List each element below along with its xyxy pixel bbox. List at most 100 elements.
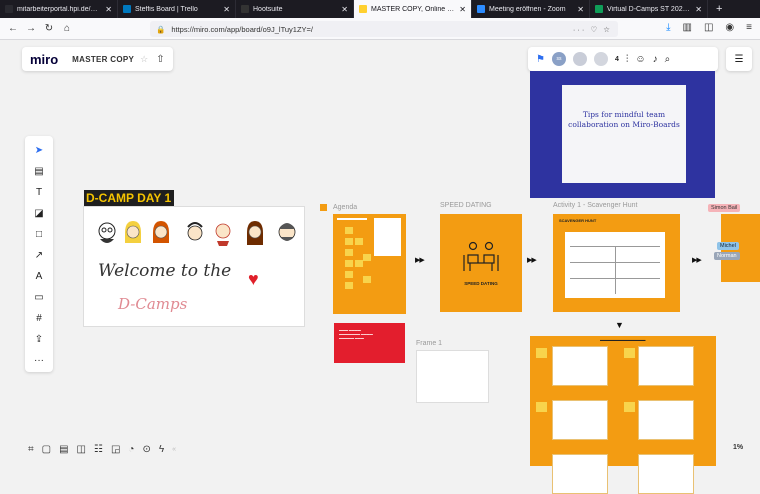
home-icon[interactable]: ⌂ [60, 23, 74, 34]
pen-icon[interactable]: A [30, 268, 48, 285]
tab-title: Hootsuite [253, 5, 283, 13]
empty-frame[interactable] [416, 350, 489, 403]
cards-icon[interactable]: ◫ [77, 444, 86, 455]
templates-icon[interactable]: ▤ [30, 163, 48, 180]
board-menu-button[interactable]: ☰ [726, 47, 752, 71]
browser-tab[interactable]: mitarbeiterportal.hpi.de/Mitarbeit ✕ [0, 0, 118, 18]
results-frame-title: ▬▬▬▬▬▬▬▬▬▬▬▬▬ [600, 338, 646, 342]
red-card-content: ▬▬▬ ▬▬▬▬ ▬▬▬▬▬▬▬ ▬▬▬▬ ▬▬▬▬▬ ▬▬▬ [339, 328, 373, 340]
select-cursor-icon[interactable]: ➤ [30, 142, 48, 159]
avatar[interactable] [593, 52, 608, 66]
collapse-icon[interactable]: « [172, 446, 176, 453]
connection-line-icon[interactable]: ↗ [30, 247, 48, 264]
table-line [615, 246, 616, 294]
result-card [552, 400, 608, 440]
vote-icon[interactable]: ◔ [128, 444, 134, 455]
share-upload-icon[interactable]: ⇧ [156, 54, 164, 65]
trello-icon [123, 5, 131, 13]
sticky-note-icon[interactable]: ◪ [30, 205, 48, 222]
speed-frame-label[interactable]: SPEED DATING [440, 202, 492, 209]
forward-icon[interactable]: → [24, 23, 38, 34]
new-tab-button[interactable]: + [708, 0, 730, 18]
result-card [638, 346, 694, 386]
sticky-note [345, 238, 353, 245]
search-icon[interactable]: ⌕ [665, 54, 671, 65]
result-card [638, 400, 694, 440]
close-icon[interactable]: ✕ [577, 5, 584, 14]
frame1-label[interactable]: Frame 1 [416, 340, 442, 347]
avatar[interactable]: ss [551, 52, 566, 66]
bell-icon[interactable]: ♪ [653, 54, 658, 65]
reactions-icon[interactable]: ☺ [635, 54, 645, 65]
results-frame[interactable]: ▬▬▬▬▬▬▬▬▬▬▬▬▬ [530, 336, 716, 494]
frames-icon[interactable]: ⌗ [28, 444, 34, 455]
comments-icon[interactable]: ▢ [42, 444, 51, 455]
reload-icon[interactable]: ↻ [42, 23, 56, 34]
favicon-icon [5, 5, 13, 13]
speed-dating-frame[interactable]: SPEED DATING [440, 214, 522, 312]
close-icon[interactable]: ✕ [223, 5, 230, 14]
red-card-frame[interactable]: ▬▬▬ ▬▬▬▬ ▬▬▬▬▬▬▬ ▬▬▬▬ ▬▬▬▬▬ ▬▬▬ [334, 323, 405, 363]
download-icon[interactable]: ⤓ [666, 22, 670, 33]
avatar[interactable] [572, 52, 587, 66]
browser-tab[interactable]: Steffis Board | Trello ✕ [118, 0, 236, 18]
sticky-note [363, 254, 371, 261]
miro-tips-card: Tips for mindful team collaboration on M… [562, 85, 686, 183]
back-icon[interactable]: ← [6, 23, 20, 34]
close-icon[interactable]: ✕ [341, 5, 348, 14]
cursor-flag-icon[interactable]: ⚑ [536, 54, 545, 65]
close-icon[interactable]: ✕ [105, 5, 112, 14]
browser-tab-active[interactable]: MASTER COPY, Online Whitebo ✕ [354, 0, 472, 18]
screen-share-icon[interactable]: ◲ [111, 444, 120, 455]
chat-icon[interactable]: ▤ [59, 444, 68, 455]
agenda-frame-label[interactable]: Agenda [333, 204, 357, 211]
comment-icon[interactable]: ▭ [30, 289, 48, 306]
library-icon[interactable]: ▥ [683, 22, 692, 33]
collaboration-bar: ⚑ ss 4 ⫶ ☺ ♪ ⌕ [528, 47, 718, 71]
upload-icon[interactable]: ⇪ [30, 331, 48, 348]
result-card [552, 454, 608, 494]
close-icon[interactable]: ✕ [695, 5, 702, 14]
browser-tab[interactable]: Virtual D-Camps ST 2021 - Go ✕ [590, 0, 708, 18]
timer-icon[interactable]: ⊙ [142, 444, 150, 455]
sticky-note [624, 402, 635, 412]
hunt-frame-label[interactable]: Activity 1 - Scavenger Hunt [553, 202, 637, 209]
more-icon[interactable]: ··· [30, 352, 48, 369]
speed-dating-people-icon [463, 241, 499, 271]
scavenger-hunt-frame[interactable]: SCAVENGER HUNT [553, 214, 680, 312]
sticky-note [363, 276, 371, 283]
board-name[interactable]: MASTER COPY [72, 55, 134, 64]
account-icon[interactable]: ◉ [725, 22, 734, 33]
zoom-icon [477, 5, 485, 13]
apps-icon[interactable]: ϟ [159, 444, 164, 455]
agenda-header [337, 218, 367, 220]
miro-logo[interactable]: miro [30, 52, 58, 67]
flow-arrow-icon: ▶▶ [692, 257, 702, 264]
zoom-level[interactable]: 1% [733, 444, 743, 451]
board-header: miro MASTER COPY ☆ ⇧ [22, 47, 173, 71]
scavenger-hunt-inner-label: SCAVENGER HUNT [559, 218, 597, 223]
frame-icon[interactable]: # [30, 310, 48, 327]
url-bar[interactable]: 🔒 https://miro.com/app/board/o9J_lTuy1ZY… [150, 21, 618, 37]
flow-arrow-icon: ▶▶ [415, 257, 425, 264]
url-actions[interactable]: ··· ♡ ☆ [573, 25, 612, 34]
result-card [552, 346, 608, 386]
welcome-frame[interactable]: Welcome to the ♥ D-Camps [83, 206, 305, 327]
agenda-frame[interactable] [333, 214, 406, 314]
shape-icon[interactable]: □ [30, 226, 48, 243]
browser-tab[interactable]: Meeting eröffnen - Zoom ✕ [472, 0, 590, 18]
miro-tips-text: Tips for mindful team collaboration on M… [568, 110, 680, 130]
settings-sliders-icon[interactable]: ⫶ [626, 54, 629, 65]
result-card [638, 454, 694, 494]
text-icon[interactable]: T [30, 184, 48, 201]
browser-tab[interactable]: Hootsuite ✕ [236, 0, 354, 18]
close-icon[interactable]: ✕ [459, 5, 466, 14]
sidebar-icon[interactable]: ◫ [704, 22, 713, 33]
tab-title: Steffis Board | Trello [135, 5, 198, 13]
flow-arrow-icon: ▶▶ [527, 257, 537, 264]
star-icon[interactable]: ☆ [140, 54, 148, 65]
kanban-icon[interactable]: ☷ [94, 444, 103, 455]
day-title-banner[interactable]: D-CAMP DAY 1 [84, 190, 174, 206]
menu-icon[interactable]: ≡ [746, 22, 752, 33]
miro-tips-image[interactable]: Tips for mindful team collaboration on M… [530, 71, 715, 198]
